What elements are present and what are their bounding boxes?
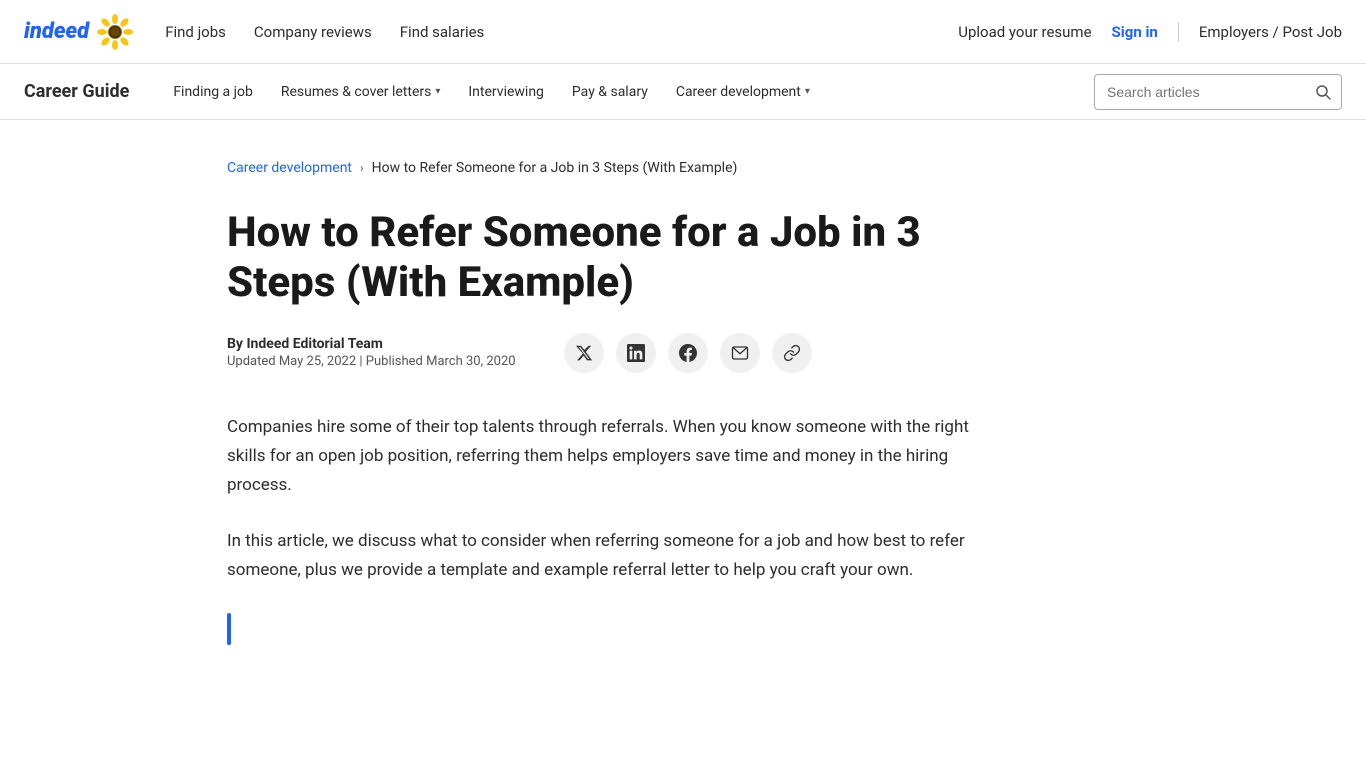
- career-development-label: Career development: [676, 84, 801, 100]
- author-info: By Indeed Editorial Team Updated May 25,…: [227, 336, 516, 369]
- article-paragraph-2: In this article, we discuss what to cons…: [227, 527, 987, 585]
- nav-company-reviews[interactable]: Company reviews: [254, 23, 372, 41]
- blue-accent-bar: [227, 613, 231, 645]
- copy-link-button[interactable]: [772, 333, 812, 373]
- email-icon: [731, 344, 749, 362]
- nav-career-development[interactable]: Career development ▾: [664, 76, 822, 108]
- twitter-share-button[interactable]: [564, 333, 604, 373]
- author-name: By Indeed Editorial Team: [227, 336, 516, 352]
- search-box[interactable]: [1094, 74, 1342, 110]
- career-nav-links: Finding a job Resumes & cover letters ▾ …: [161, 76, 1094, 108]
- nav-interviewing[interactable]: Interviewing: [456, 76, 556, 108]
- search-icon: [1315, 84, 1331, 100]
- search-input[interactable]: [1095, 84, 1305, 100]
- top-nav-links: Find jobs Company reviews Find salaries: [165, 23, 958, 41]
- search-button[interactable]: [1305, 84, 1341, 100]
- resumes-cover-letters-label: Resumes & cover letters: [281, 84, 432, 100]
- breadcrumb-parent-link[interactable]: Career development: [227, 160, 352, 176]
- main-content: Career development › How to Refer Someon…: [203, 120, 1163, 685]
- career-guide-title: Career Guide: [24, 81, 129, 102]
- sunflower-icon: [97, 14, 133, 50]
- twitter-icon: [575, 344, 593, 362]
- author-dates: Updated May 25, 2022 | Published March 3…: [227, 354, 516, 369]
- nav-pay-salary[interactable]: Pay & salary: [560, 76, 660, 108]
- resumes-dropdown-icon: ▾: [435, 86, 440, 97]
- breadcrumb-separator: ›: [360, 161, 364, 175]
- email-share-button[interactable]: [720, 333, 760, 373]
- career-dropdown-icon: ▾: [805, 86, 810, 97]
- nav-divider: [1178, 22, 1179, 42]
- linkedin-icon: [627, 344, 645, 362]
- nav-find-jobs[interactable]: Find jobs: [165, 23, 226, 41]
- link-icon: [783, 344, 801, 362]
- author-share-row: By Indeed Editorial Team Updated May 25,…: [227, 333, 1139, 373]
- linkedin-share-button[interactable]: [616, 333, 656, 373]
- top-nav-right: Upload your resume Sign in Employers / P…: [958, 22, 1342, 42]
- breadcrumb: Career development › How to Refer Someon…: [227, 160, 1139, 176]
- upload-resume-link[interactable]: Upload your resume: [958, 23, 1091, 41]
- breadcrumb-current: How to Refer Someone for a Job in 3 Step…: [372, 160, 738, 176]
- nav-resumes-cover-letters[interactable]: Resumes & cover letters ▾: [269, 76, 453, 108]
- nav-find-salaries[interactable]: Find salaries: [400, 23, 485, 41]
- sign-in-link[interactable]: Sign in: [1112, 23, 1158, 41]
- indeed-logo-text: indeed: [24, 19, 89, 44]
- article-paragraph-1: Companies hire some of their top talents…: [227, 413, 987, 500]
- share-icons: [564, 333, 812, 373]
- employers-post-job-link[interactable]: Employers / Post Job: [1199, 23, 1342, 41]
- nav-finding-a-job[interactable]: Finding a job: [161, 76, 265, 108]
- facebook-share-button[interactable]: [668, 333, 708, 373]
- facebook-icon: [679, 344, 697, 362]
- career-guide-nav: Career Guide Finding a job Resumes & cov…: [0, 64, 1366, 120]
- article-body: Companies hire some of their top talents…: [227, 413, 1139, 645]
- logo-link[interactable]: indeed: [24, 14, 133, 50]
- article-title: How to Refer Someone for a Job in 3 Step…: [227, 208, 987, 309]
- top-nav: indeed Find jobs Company reviews Find sa…: [0, 0, 1366, 64]
